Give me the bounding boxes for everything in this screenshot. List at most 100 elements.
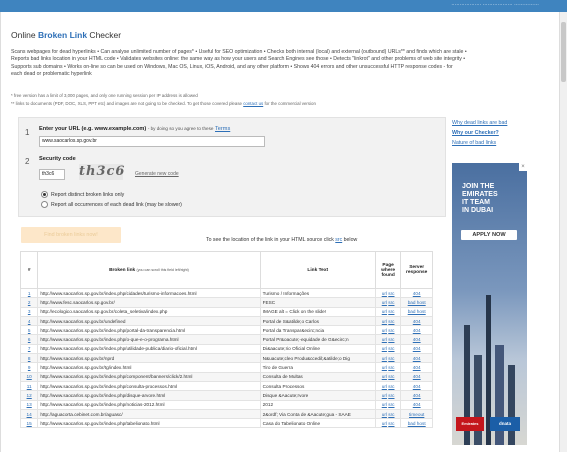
status-link[interactable]: 404 [413,291,421,296]
url-link[interactable]: url [382,337,387,342]
broken-link-url[interactable]: http://www.saocarlos.sp.gov.br/index.php… [37,390,261,401]
status-link[interactable]: 404 [413,328,421,333]
url-link[interactable]: url [382,393,387,398]
security-code-input[interactable]: th3c6 [39,169,65,180]
status-link[interactable]: 404 [413,384,421,389]
row-number[interactable]: 11 [19,380,39,392]
row-number[interactable]: 2 [19,297,39,308]
status-link[interactable]: bad host [408,300,426,305]
find-broken-links-button[interactable]: Find broken links now! [21,227,121,243]
src-link[interactable]: src [388,319,394,324]
broken-link-url[interactable]: http://www.saocarlos.sp.gov.br/index.php… [37,287,261,299]
src-link[interactable]: src [388,412,394,417]
sidebar-link-nature[interactable]: Nature of bad links [452,138,507,148]
url-link[interactable]: url [382,421,387,426]
link-text: Turismo / Informações [259,287,376,299]
url-link[interactable]: url [382,402,387,407]
src-link[interactable]: src [388,356,394,361]
src-link[interactable]: src [388,365,394,370]
url-link[interactable]: url [382,291,387,296]
url-input[interactable]: www.saocarlos.sp.gov.br [39,136,265,147]
page-where-found: url src [374,399,402,410]
page-where-found: url src [374,315,402,327]
status-link[interactable]: bad host [408,309,426,314]
src-link[interactable]: src [388,384,394,389]
table-row: 7 http://www.saocarlos.sp.gov.br/index.ph… [19,343,433,355]
see-location-src-link[interactable]: src [335,237,342,243]
status-link[interactable]: 404 [413,346,421,351]
broken-link-url[interactable]: http://www.saocarlos.sp.gov.br/undefined [37,315,261,327]
broken-link-url[interactable]: http://aguacorta.cebinet.com.br/aguasc/ [37,408,261,420]
top-nav[interactable]: ……………… ……………… …………… [451,1,539,7]
contact-us-link[interactable]: contact us [243,101,263,106]
status-link[interactable]: timeout [409,412,424,417]
sidebar-link-why-bad[interactable]: Why dead links are bad [452,118,507,128]
status-link[interactable]: 404 [413,402,421,407]
radio-all[interactable]: Report all occurrences of each dead link… [41,201,182,208]
src-link[interactable]: src [388,374,394,379]
broken-link-url[interactable]: http://www.saocarlos.sp.gov.br/index.php… [37,380,261,392]
row-number[interactable]: 9 [19,362,39,373]
url-link[interactable]: url [382,365,387,370]
broken-link-url[interactable]: http://www.saocarlos.sp.gov.br/index.php… [37,399,261,410]
src-link[interactable]: src [388,300,394,305]
status-link[interactable]: 404 [413,374,421,379]
url-link[interactable]: url [382,384,387,389]
url-link[interactable]: url [382,412,387,417]
src-link[interactable]: src [388,393,394,398]
broken-link-url[interactable]: http://www.saocarlos.sp.gov.br/index.php… [37,325,261,336]
url-link[interactable]: url [382,328,387,333]
src-link[interactable]: src [388,291,394,296]
radio-distinct[interactable]: Report distinct broken links only [41,191,124,198]
broken-link-url[interactable]: http://www.saocarlos.sp.gov.br/index.php… [37,343,261,355]
url-link[interactable]: url [382,356,387,361]
src-link[interactable]: src [388,309,394,314]
url-link[interactable]: url [382,346,387,351]
generate-new-code-link[interactable]: Generate new code [135,171,179,177]
row-number[interactable]: 14 [19,408,39,420]
row-number[interactable]: 12 [19,390,39,401]
status-link[interactable]: 404 [413,356,421,361]
broken-link-url[interactable]: http://www.saocarlos.sp.gov.br/tg/index.… [37,362,261,373]
row-number[interactable]: 15 [19,418,39,429]
scrollbar-thumb[interactable] [561,22,566,82]
url-link[interactable]: url [382,300,387,305]
status-link[interactable]: 404 [413,337,421,342]
sidebar-link-why-checker[interactable]: Why our Checker? [452,128,507,138]
src-link[interactable]: src [388,328,394,333]
broken-link-url[interactable]: http://www.fesc.saocarlos.sp.gov.br/ [37,297,261,308]
status-link[interactable]: bad host [408,421,426,426]
broken-link-url[interactable]: http://www.saocarlos.sp.gov.br/index.php… [37,418,261,429]
broken-link-url[interactable]: http://www.saocarlos.sp.gov.br/index.php… [37,334,261,345]
row-number[interactable]: 8 [19,353,39,364]
scrollbar[interactable] [559,12,567,452]
src-link[interactable]: src [388,337,394,342]
radio-selected-icon[interactable] [41,191,48,198]
row-number[interactable]: 10 [19,371,39,382]
row-number[interactable]: 5 [19,325,39,336]
row-number[interactable]: 4 [19,315,39,327]
broken-link-url[interactable]: http://www.saocarlos.sp.gov.br/nprd [37,353,261,364]
url-link[interactable]: url [382,309,387,314]
row-number[interactable]: 13 [19,399,39,410]
radio-unselected-icon[interactable] [41,201,48,208]
status-link[interactable]: 404 [413,365,421,370]
url-link[interactable]: url [382,374,387,379]
advertisement[interactable]: × JOIN THE EMIRATES IT TEAM IN DUBAI APP… [452,163,527,445]
src-link[interactable]: src [388,402,394,407]
row-number[interactable]: 3 [19,306,39,317]
row-number[interactable]: 7 [19,343,39,355]
terms-link[interactable]: Terms [215,126,230,132]
row-number[interactable]: 6 [19,334,39,345]
status-link[interactable]: 404 [413,319,421,324]
ad-apply-button[interactable]: APPLY NOW [461,230,517,240]
status-link[interactable]: 404 [413,393,421,398]
link-text: 2012 [259,399,376,410]
src-link[interactable]: src [388,421,394,426]
broken-link-url[interactable]: http://www.saocarlos.sp.gov.br/index.php… [37,371,261,382]
src-link[interactable]: src [388,346,394,351]
row-number[interactable]: 1 [19,287,39,299]
broken-link-url[interactable]: http://ecologico.saocarlos.sp.gov.br/col… [37,306,261,317]
ad-close-icon[interactable]: × [519,163,527,171]
url-link[interactable]: url [382,319,387,324]
